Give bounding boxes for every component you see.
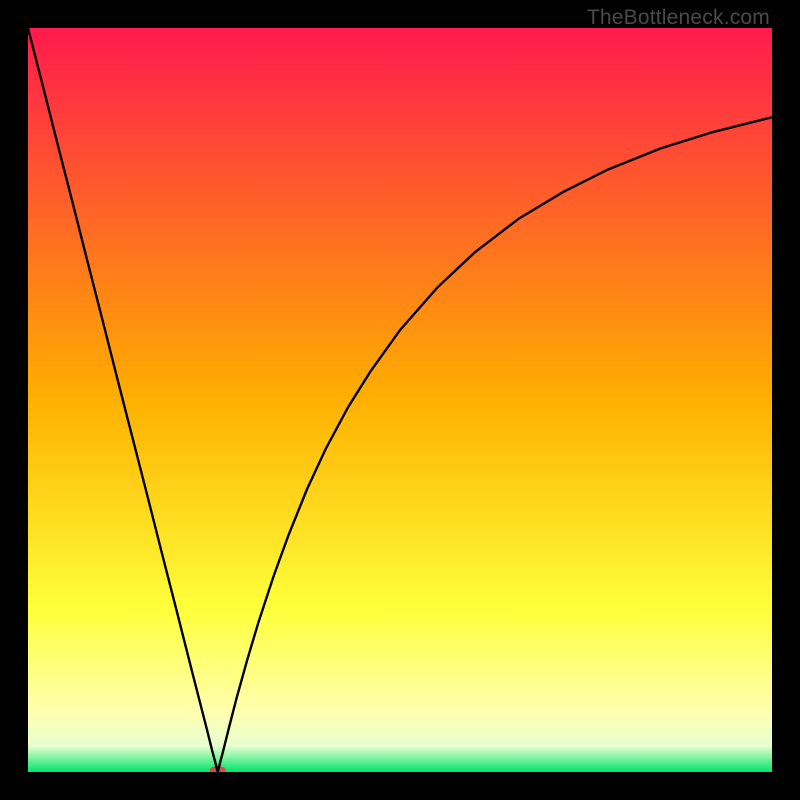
chart-canvas xyxy=(28,28,772,772)
gradient-background xyxy=(28,28,772,772)
chart-frame xyxy=(28,28,772,772)
watermark-text: TheBottleneck.com xyxy=(587,6,770,30)
